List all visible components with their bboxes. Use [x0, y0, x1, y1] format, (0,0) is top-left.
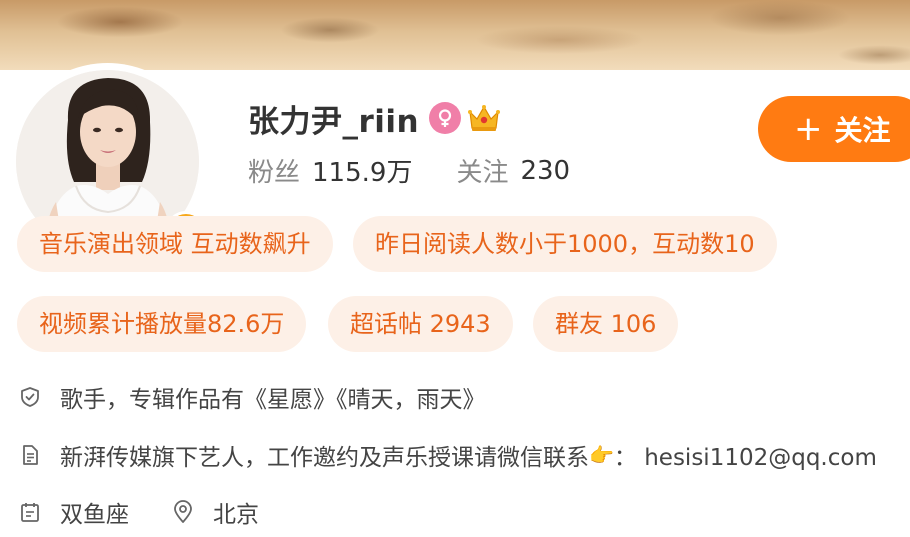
- cover-image: [0, 0, 910, 70]
- zodiac-text: 双鱼座: [60, 502, 129, 528]
- location-pin-icon: [171, 500, 195, 524]
- tag-super-topic-posts[interactable]: 超话帖 2943: [328, 296, 513, 352]
- calendar-icon: [18, 500, 42, 524]
- follow-button[interactable]: + 关注: [758, 96, 910, 162]
- fans-count[interactable]: 115.9万: [312, 152, 412, 189]
- tag-group-friends[interactable]: 群友 106: [533, 296, 679, 352]
- contact-row: 新湃传媒旗下艺人，工作邀约及声乐授课请微信联系 👉 ： hesisi1102@q…: [18, 438, 877, 472]
- following-label[interactable]: 关注: [456, 152, 508, 189]
- vip-crown-icon[interactable]: [467, 102, 501, 134]
- profile-name: 张力尹_riin: [248, 103, 420, 140]
- location-text: 北京: [213, 502, 259, 528]
- tag-music-performance[interactable]: 音乐演出领域 互动数飙升: [17, 216, 333, 272]
- document-icon: [18, 443, 42, 467]
- bio-text: 歌手，专辑作品有《星愿》《晴天，雨天》: [60, 387, 486, 413]
- meta-row: 双鱼座 北京: [18, 495, 259, 529]
- follow-button-label: 关注: [834, 114, 891, 147]
- following-count[interactable]: 230: [520, 156, 570, 186]
- contact-email: ： hesisi1102@qq.com: [613, 445, 877, 471]
- shield-check-icon: [18, 385, 42, 409]
- pointing-hand-icon: 👉: [589, 443, 614, 467]
- stats-row: 粉丝 115.9万 关注 230: [248, 152, 570, 189]
- female-icon: [429, 102, 462, 134]
- contact-text: 新湃传媒旗下艺人，工作邀约及声乐授课请微信联系: [60, 445, 589, 471]
- fans-label[interactable]: 粉丝: [248, 152, 300, 189]
- profile-header: V 张力尹_riin 粉丝 115.9万 关注 230: [0, 63, 910, 537]
- name-row: 张力尹_riin: [248, 98, 501, 140]
- bio-row: 歌手，专辑作品有《星愿》《晴天，雨天》: [18, 380, 486, 414]
- plus-icon: +: [794, 109, 823, 149]
- tag-video-plays[interactable]: 视频累计播放量82.6万: [17, 296, 307, 352]
- tag-daily-reads[interactable]: 昨日阅读人数小于1000，互动数10: [353, 216, 777, 272]
